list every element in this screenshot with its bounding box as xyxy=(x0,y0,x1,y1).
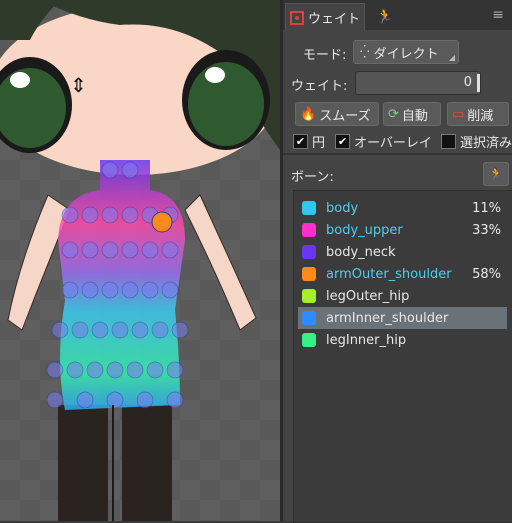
panel-tabbar: ウェイト 🏃 ≡ xyxy=(283,0,512,31)
weight-slider[interactable]: 0 xyxy=(355,71,481,95)
overlay-checkbox-label: オーバーレイ xyxy=(354,136,432,151)
bone-name: armOuter_shoulder xyxy=(326,266,452,282)
bone-color-swatch xyxy=(302,223,316,237)
viewport-canvas[interactable]: ⇕ xyxy=(0,0,280,521)
weight-icon xyxy=(290,10,304,25)
mode-icon: ⁛ xyxy=(360,45,370,59)
bone-color-swatch xyxy=(302,267,316,281)
panel-menu-icon[interactable]: ≡ xyxy=(492,7,504,23)
selected-only-checkbox-label: 選択済み xyxy=(460,136,512,151)
bone-item-leginner-hip[interactable]: legInner_hip xyxy=(298,329,507,351)
bones-label: ボーン: xyxy=(291,170,334,185)
bone-figure-icon: 🏃 xyxy=(488,167,504,181)
character-artwork: ⇕ xyxy=(0,0,280,521)
overlay-checkbox[interactable]: ✔ オーバーレイ xyxy=(335,132,432,151)
circle-checkbox[interactable]: ✔ 円 xyxy=(293,132,325,151)
auto-icon: ⟳ xyxy=(388,106,399,122)
bone-item-legouter-hip[interactable]: legOuter_hip xyxy=(298,285,507,307)
smooth-button-label: スムーズ xyxy=(319,108,371,124)
drop-icon: 🔥 xyxy=(300,106,317,122)
selected-only-checkbox[interactable]: 選択済み xyxy=(441,132,512,151)
selected-only-checkbox-box[interactable] xyxy=(441,134,456,149)
bone-percent: 33% xyxy=(472,222,501,238)
smooth-button[interactable]: 🔥 スムーズ xyxy=(295,102,379,126)
bone-name: body_neck xyxy=(326,244,396,260)
reduce-button[interactable]: ▭ 削減 xyxy=(447,102,509,126)
bone-color-swatch xyxy=(302,311,316,325)
weight-label: ウェイト: xyxy=(291,79,348,94)
running-figure-icon: 🏃 xyxy=(376,9,394,25)
bone-name: armInner_shoulder xyxy=(326,310,449,326)
bone-list: body 11% body_upper 33% body_neck armOut… xyxy=(293,190,512,523)
bone-percent: 58% xyxy=(472,266,501,282)
bone-pose-button[interactable]: 🏃 xyxy=(483,162,509,186)
tab-pose[interactable]: 🏃 xyxy=(373,6,397,28)
overlay-checkbox-box[interactable]: ✔ xyxy=(335,134,350,149)
bone-item-body[interactable]: body 11% xyxy=(298,197,507,219)
bone-percent: 11% xyxy=(472,200,501,216)
bone-item-body-upper[interactable]: body_upper 33% xyxy=(298,219,507,241)
weight-slider-handle[interactable] xyxy=(477,74,480,92)
section-divider xyxy=(283,153,512,155)
dropdown-corner-icon: ◢ xyxy=(448,53,455,62)
circle-checkbox-label: 円 xyxy=(312,136,326,151)
bone-item-body-neck[interactable]: body_neck xyxy=(298,241,507,263)
reduce-icon: ▭ xyxy=(452,106,465,122)
auto-button-label: 自動 xyxy=(401,108,428,124)
svg-text:⇕: ⇕ xyxy=(70,73,87,97)
bone-color-swatch xyxy=(302,245,316,259)
bone-name: legInner_hip xyxy=(326,332,407,348)
weight-value: 0 xyxy=(463,75,472,90)
bone-item-armouter-shoulder[interactable]: armOuter_shoulder 58% xyxy=(298,263,507,285)
mode-value: ダイレクト xyxy=(373,46,439,62)
circle-checkbox-box[interactable]: ✔ xyxy=(293,134,308,149)
bone-name: body_upper xyxy=(326,222,403,238)
mode-label: モード: xyxy=(303,48,347,63)
bone-color-swatch xyxy=(302,333,316,347)
tab-weight[interactable]: ウェイト xyxy=(285,3,365,31)
bone-name: legOuter_hip xyxy=(326,288,410,304)
bone-item-arminner-shoulder[interactable]: armInner_shoulder xyxy=(298,307,507,329)
bone-color-swatch xyxy=(302,201,316,215)
auto-button[interactable]: ⟳ 自動 xyxy=(383,102,441,126)
mode-dropdown[interactable]: ⁛ ダイレクト ◢ xyxy=(353,40,459,64)
tab-weight-label: ウェイト xyxy=(308,12,361,27)
weight-panel: ウェイト 🏃 ≡ モード: ⁛ ダイレクト ◢ ウェイト: 0 🔥 スムーズ ⟳… xyxy=(283,0,512,523)
bone-name: body xyxy=(326,200,359,216)
bone-color-swatch xyxy=(302,289,316,303)
reduce-button-label: 削減 xyxy=(467,108,494,124)
